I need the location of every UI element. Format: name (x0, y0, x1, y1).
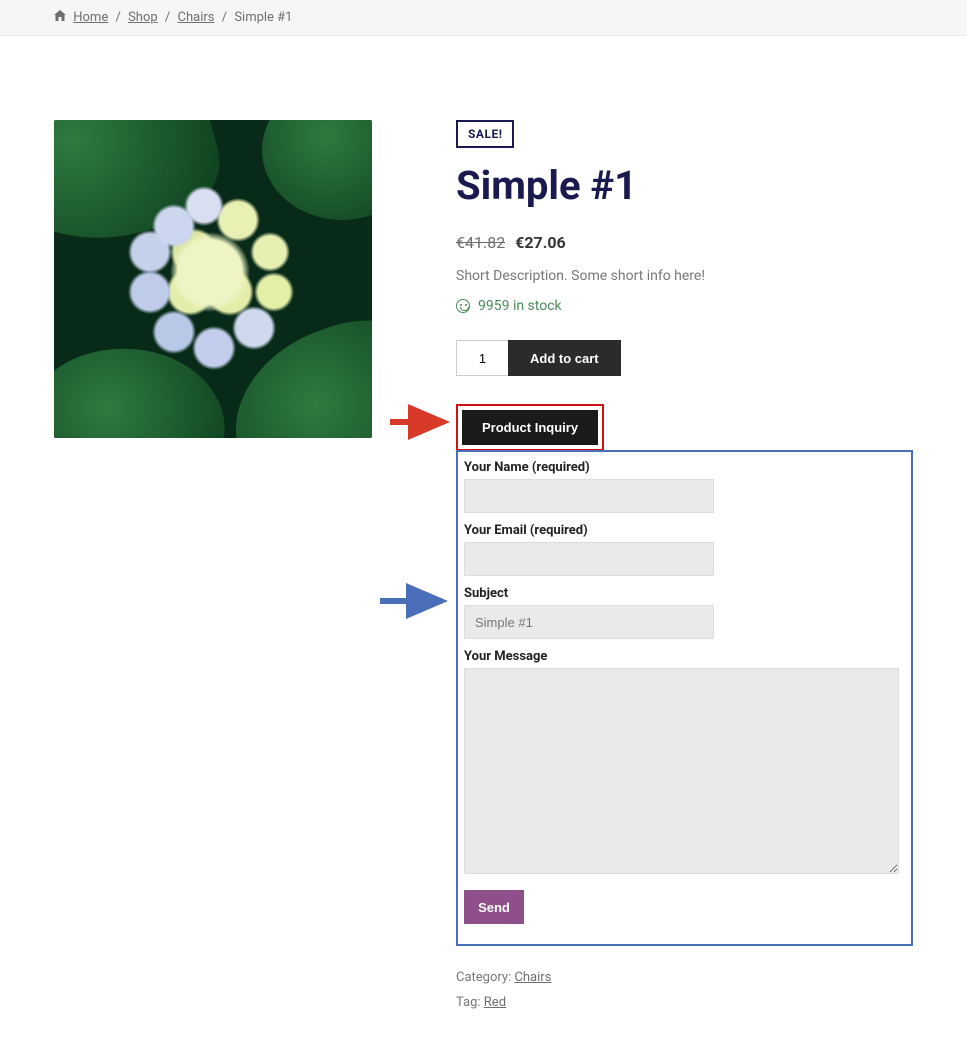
message-field[interactable] (464, 668, 899, 874)
price-old: €41.82 (456, 233, 505, 252)
breadcrumb-separator: / (222, 10, 227, 25)
name-label: Your Name (required) (464, 460, 903, 475)
breadcrumb-chairs[interactable]: Chairs (178, 10, 215, 25)
stock-status: 9959 in stock (456, 298, 913, 314)
breadcrumb-current: Simple #1 (234, 10, 292, 25)
breadcrumb-shop[interactable]: Shop (128, 10, 158, 25)
annotation-arrow-red (388, 402, 448, 432)
product-image[interactable] (54, 120, 372, 438)
breadcrumb-home[interactable]: Home (73, 10, 108, 25)
email-field[interactable] (464, 542, 714, 576)
subject-field[interactable] (464, 605, 714, 639)
inquiry-form-highlight: Your Name (required) Your Email (require… (456, 450, 913, 946)
sale-badge: SALE! (456, 120, 514, 148)
price-new: €27.06 (515, 233, 566, 252)
add-to-cart-button[interactable]: Add to cart (508, 340, 621, 376)
category-label: Category: (456, 970, 514, 985)
product-meta: Category: Chairs Tag: Red (456, 966, 913, 1015)
smiley-icon (456, 299, 470, 313)
price-row: €41.82 €27.06 (456, 233, 913, 252)
inquiry-tab-highlight: Product Inquiry (456, 404, 604, 451)
name-field[interactable] (464, 479, 714, 513)
send-button[interactable]: Send (464, 890, 524, 924)
email-label: Your Email (required) (464, 523, 903, 538)
home-icon (54, 10, 69, 25)
breadcrumb-separator: / (165, 10, 170, 25)
stock-text: 9959 in stock (478, 298, 562, 314)
product-title: Simple #1 (456, 162, 913, 209)
annotation-arrow-blue (378, 588, 448, 614)
tag-link[interactable]: Red (484, 995, 506, 1010)
subject-label: Subject (464, 586, 903, 601)
quantity-input[interactable] (456, 340, 508, 376)
breadcrumb: Home / Shop / Chairs / Simple #1 (0, 0, 967, 36)
tag-label: Tag: (456, 995, 484, 1010)
product-inquiry-tab[interactable]: Product Inquiry (462, 410, 598, 445)
short-description: Short Description. Some short info here! (456, 268, 913, 284)
message-label: Your Message (464, 649, 903, 664)
breadcrumb-separator: / (115, 10, 120, 25)
category-link[interactable]: Chairs (514, 970, 551, 985)
